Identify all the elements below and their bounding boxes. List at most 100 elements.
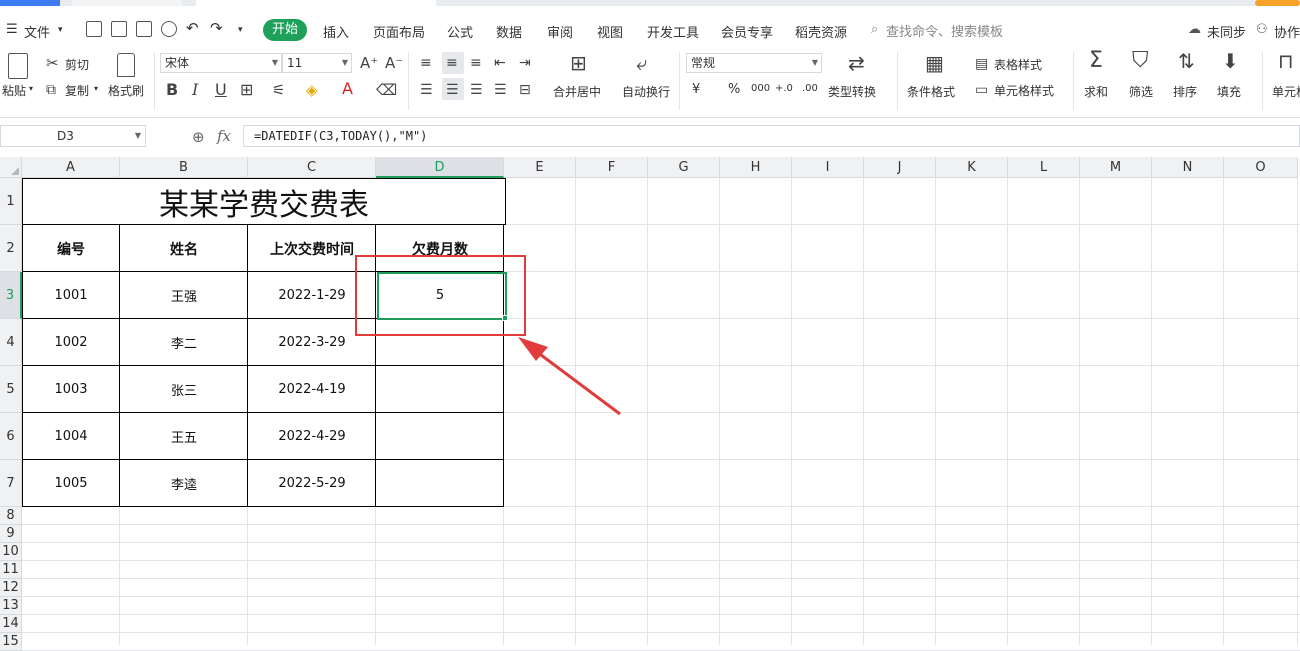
export-icon[interactable] — [111, 21, 127, 37]
clear-format-icon[interactable]: ⌫ — [376, 81, 397, 99]
tab-docer[interactable]: 稻壳资源 — [795, 22, 847, 41]
font-color-icon[interactable]: A — [342, 80, 353, 98]
save-icon[interactable] — [86, 21, 102, 37]
sum-button[interactable]: 求和 — [1084, 83, 1108, 100]
document-tab-active[interactable] — [196, 0, 436, 6]
decrease-indent-icon[interactable]: ⇤ — [494, 54, 506, 72]
sort-icon[interactable]: ⇅ — [1178, 51, 1195, 71]
zoom-icon[interactable]: ⊕ — [192, 128, 205, 146]
copy-icon[interactable]: ⧉ — [46, 81, 56, 99]
tab-insert[interactable]: 插入 — [323, 22, 349, 41]
member-button[interactable] — [1255, 0, 1300, 6]
copy-button[interactable]: 复制 — [65, 82, 89, 99]
formula-input[interactable]: =DATEDIF(C3,TODAY(),"M") — [243, 125, 1300, 147]
fill-button[interactable]: 填充 — [1217, 83, 1241, 100]
conditional-format-button[interactable]: 条件格式 — [907, 83, 955, 100]
hamburger-icon[interactable]: ☰ — [6, 22, 18, 37]
collaborate-button[interactable]: 协作 — [1274, 22, 1300, 41]
formula-bar: D3 ▼ ⊕ fx =DATEDIF(C3,TODAY(),"M") — [0, 122, 1300, 152]
cell-style-button[interactable]: 单元格样式 — [994, 82, 1054, 99]
wrap-text-icon[interactable]: ⤶ — [636, 53, 647, 73]
font-name-value: 宋体 — [165, 56, 190, 70]
paste-dropdown-icon[interactable]: ▾ — [29, 84, 33, 93]
conditional-format-icon[interactable]: ▦ — [925, 53, 944, 73]
align-top-icon[interactable]: ≡ — [420, 54, 432, 72]
format-painter-button[interactable]: 格式刷 — [108, 82, 144, 99]
thousands-button[interactable]: 000 — [751, 83, 770, 94]
filter-icon[interactable]: ⛉ — [1132, 50, 1149, 72]
tab-start[interactable]: 开始 — [263, 19, 307, 41]
decrease-decimal-button[interactable]: .00 — [802, 83, 818, 94]
tab-data[interactable]: 数据 — [496, 22, 522, 41]
merge-center-icon[interactable]: ⊞ — [570, 53, 587, 73]
cell-icon[interactable]: ⊓ — [1278, 51, 1294, 71]
divider — [1073, 52, 1074, 110]
copy-dropdown-icon[interactable]: ▾ — [94, 84, 98, 93]
increase-decimal-button[interactable]: +.0 — [775, 83, 793, 94]
tab-page-layout[interactable]: 页面布局 — [373, 22, 425, 41]
tab-developer[interactable]: 开发工具 — [647, 22, 699, 41]
fx-icon[interactable]: fx — [217, 127, 231, 145]
wrap-text-button[interactable]: 自动换行 — [622, 83, 670, 100]
font-name-select[interactable]: 宋体 ▼ — [160, 53, 282, 73]
align-bottom-icon[interactable]: ≡ — [470, 54, 482, 72]
home-tab[interactable] — [0, 0, 60, 6]
tab-member[interactable]: 会员专享 — [721, 22, 773, 41]
command-search-input[interactable]: 查找命令、搜索模板 — [886, 21, 1003, 40]
number-format-value: 常规 — [691, 56, 716, 70]
type-convert-button[interactable]: 类型转换 — [828, 83, 876, 100]
sync-status[interactable]: 未同步 — [1207, 22, 1246, 41]
align-right-icon[interactable]: ☰ — [470, 81, 483, 99]
tab-formulas[interactable]: 公式 — [447, 22, 473, 41]
justify-icon[interactable]: ☰ — [494, 81, 507, 99]
distributed-icon[interactable]: ⊟ — [519, 81, 531, 99]
increase-font-icon[interactable]: A⁺ — [360, 54, 378, 72]
align-center-icon[interactable]: ☰ — [446, 81, 459, 99]
sort-button[interactable]: 排序 — [1173, 83, 1197, 100]
sum-icon[interactable]: Σ — [1089, 50, 1103, 72]
currency-button[interactable]: ¥ — [692, 82, 700, 97]
italic-icon[interactable]: I — [192, 81, 198, 99]
customize-quick-access-icon[interactable]: ▾ — [238, 25, 243, 35]
fill-color-icon[interactable]: ◈ — [306, 81, 318, 99]
divider — [408, 52, 409, 110]
cell-button[interactable]: 单元格 — [1272, 83, 1300, 100]
borders-icon[interactable]: ⊞ — [240, 81, 253, 99]
table-style-button[interactable]: 表格样式 — [994, 56, 1042, 73]
type-convert-icon[interactable]: ⇄ — [848, 53, 865, 73]
print-icon[interactable] — [136, 21, 152, 37]
font-size-select[interactable]: 11 ▼ — [282, 53, 352, 73]
decrease-font-icon[interactable]: A⁻ — [385, 54, 403, 72]
divider — [154, 52, 155, 110]
number-format-select[interactable]: 常规 ▼ — [686, 53, 822, 73]
undo-icon[interactable]: ↶ — [186, 19, 199, 37]
underline-icon[interactable]: U — [215, 81, 227, 99]
align-left-icon[interactable]: ☰ — [420, 81, 433, 99]
name-box[interactable]: D3 ▼ — [0, 125, 146, 147]
table-style-icon[interactable]: ▤ — [975, 55, 988, 73]
chevron-down-icon: ▼ — [811, 58, 818, 67]
document-tab-other[interactable] — [72, 0, 182, 6]
fill-icon[interactable]: ⬇ — [1222, 51, 1239, 71]
chevron-down-icon[interactable]: ▾ — [58, 25, 63, 35]
cell-style-icon[interactable]: ▭ — [975, 81, 988, 99]
print-preview-icon[interactable] — [161, 21, 177, 37]
percent-button[interactable]: % — [728, 82, 740, 97]
file-menu[interactable]: 文件 — [24, 22, 50, 41]
name-box-value: D3 — [57, 129, 74, 143]
align-middle-icon[interactable]: ≡ — [446, 54, 458, 72]
tab-view[interactable]: 视图 — [597, 22, 623, 41]
special-format-icon[interactable]: ⚟ — [272, 81, 285, 99]
redo-icon[interactable]: ↷ — [210, 19, 223, 37]
tab-review[interactable]: 审阅 — [547, 22, 573, 41]
merge-center-button[interactable]: 合并居中 — [553, 83, 601, 100]
bold-icon[interactable]: B — [166, 81, 178, 99]
format-painter-icon[interactable] — [117, 53, 135, 77]
scissors-icon[interactable]: ✂ — [46, 54, 59, 72]
paste-button[interactable]: 粘贴 — [2, 82, 26, 99]
increase-indent-icon[interactable]: ⇥ — [519, 54, 531, 72]
filter-button[interactable]: 筛选 — [1129, 83, 1153, 100]
paste-icon[interactable] — [8, 53, 28, 79]
cut-button[interactable]: 剪切 — [65, 56, 89, 73]
ribbon-toolbar: 粘贴 ▾ ✂ 剪切 ⧉ 复制 ▾ 格式刷 宋体 ▼ 11 ▼ A⁺ A⁻ B I U… — [0, 46, 1300, 118]
